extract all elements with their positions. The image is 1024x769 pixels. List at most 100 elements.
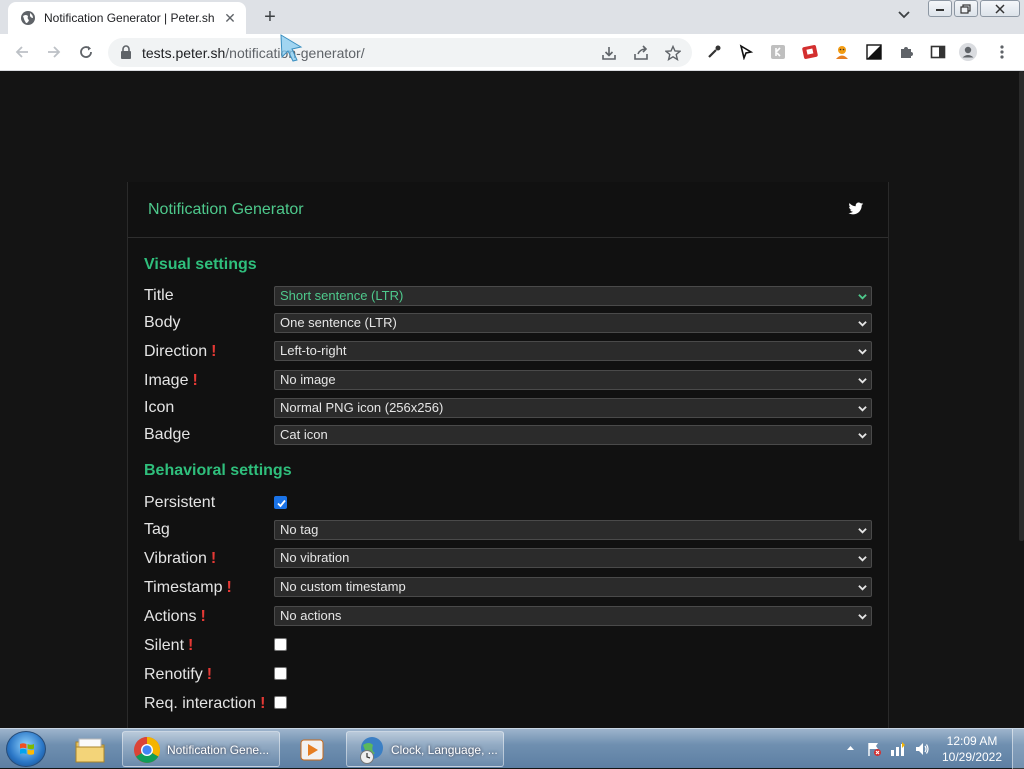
windows-taskbar: Notification Gene... Clock, Language, ..… — [0, 728, 1024, 769]
new-tab-button[interactable]: + — [258, 5, 282, 29]
badge-select[interactable]: Cat icon — [274, 425, 872, 445]
reload-icon[interactable] — [75, 41, 97, 63]
mouse-cursor-icon — [280, 34, 303, 62]
page-viewport: Notification Generator Visual settings T… — [0, 71, 1024, 728]
clock-time: 12:09 AM — [946, 734, 998, 748]
bookmark-star-icon[interactable] — [664, 44, 682, 62]
tab-close-icon[interactable]: ✕ — [222, 10, 238, 26]
timestamp-select[interactable]: No custom timestamp — [274, 577, 872, 597]
tag-select[interactable]: No tag — [274, 520, 872, 540]
body-select-value: One sentence (LTR) — [280, 315, 397, 330]
renotify-checkbox[interactable] — [274, 667, 287, 680]
share-icon[interactable] — [632, 44, 650, 62]
image-select[interactable]: No image — [274, 370, 872, 390]
silent-label: Silent! — [144, 637, 193, 655]
side-panel-icon[interactable] — [928, 42, 948, 62]
network-icon[interactable] — [890, 741, 906, 757]
warning-icon: ! — [192, 372, 198, 389]
taskbar-chrome[interactable]: Notification Gene... — [122, 731, 280, 767]
tag-select-value: No tag — [280, 522, 319, 537]
image-select-value: No image — [280, 372, 336, 387]
address-bar[interactable]: tests.peter.sh/notification-generator/ — [108, 38, 692, 67]
warning-icon: ! — [188, 637, 194, 654]
vibration-select-value: No vibration — [280, 550, 350, 565]
tray-expand-icon[interactable] — [846, 745, 855, 751]
direction-label: Direction! — [144, 343, 216, 361]
profile-avatar-icon[interactable] — [958, 42, 978, 62]
actions-select[interactable]: No actions — [274, 606, 872, 626]
taskbar-explorer[interactable] — [60, 731, 118, 767]
behavioral-settings-heading: Behavioral settings — [144, 462, 292, 479]
orange-extension-icon[interactable] — [832, 42, 852, 62]
require-interaction-checkbox[interactable] — [274, 696, 287, 709]
taskbar-media-player[interactable] — [284, 731, 340, 767]
vibration-label-text: Vibration — [144, 550, 207, 567]
back-arrow-icon[interactable] — [11, 41, 33, 63]
chevron-down-icon — [858, 349, 867, 355]
chevron-down-icon — [858, 433, 867, 439]
badge-label: Badge — [144, 426, 190, 444]
clock-date: 10/29/2022 — [941, 750, 1003, 764]
volume-icon[interactable] — [914, 741, 930, 757]
globe-icon — [20, 10, 36, 26]
actions-label-text: Actions — [144, 608, 197, 625]
persistent-checkbox[interactable] — [274, 496, 287, 509]
install-app-icon[interactable] — [600, 44, 618, 62]
tag-label-text: Tag — [144, 521, 170, 538]
user-extension-icon[interactable] — [768, 42, 788, 62]
close-window-button[interactable] — [980, 0, 1020, 17]
eyedropper-extension-icon[interactable] — [704, 42, 724, 62]
extensions-puzzle-icon[interactable] — [896, 42, 916, 62]
card-header: Notification Generator — [128, 182, 888, 238]
warning-icon: ! — [260, 695, 266, 712]
taskbar-chrome-label: Notification Gene... — [167, 743, 270, 757]
persistent-label-text: Persistent — [144, 494, 216, 511]
image-label: Image! — [144, 372, 198, 390]
browser-tab-active[interactable]: Notification Generator | Peter.sh ✕ — [8, 2, 246, 34]
generator-card: Notification Generator Visual settings T… — [127, 182, 889, 728]
restore-button[interactable] — [954, 0, 978, 17]
title-select[interactable]: Short sentence (LTR) — [274, 286, 872, 306]
scrollbar-thumb[interactable] — [1019, 71, 1024, 541]
timestamp-label-text: Timestamp — [144, 579, 223, 596]
page-scrollbar[interactable] — [1017, 71, 1024, 728]
chevron-down-icon — [858, 585, 867, 591]
direction-select[interactable]: Left-to-right — [274, 341, 872, 361]
twitter-icon[interactable] — [848, 202, 864, 216]
browser-toolbar: tests.peter.sh/notification-generator/ — [0, 34, 1024, 71]
actions-select-value: No actions — [280, 608, 342, 623]
minimize-button[interactable] — [928, 0, 952, 17]
chrome-menu-icon[interactable] — [992, 42, 1012, 62]
tag-label: Tag — [144, 521, 170, 539]
vibration-select[interactable]: No vibration — [274, 548, 872, 568]
require-interaction-label-text: Req. interaction — [144, 695, 257, 712]
window-controls — [928, 0, 1022, 18]
icon-label-text: Icon — [144, 399, 175, 416]
show-desktop-button[interactable] — [1012, 729, 1024, 769]
require-interaction-label: Req. interaction! — [144, 695, 265, 713]
action-center-flag-icon[interactable] — [866, 741, 882, 757]
direction-label-text: Direction — [144, 343, 208, 360]
icon-select-value: Normal PNG icon (256x256) — [280, 400, 444, 415]
warning-icon: ! — [200, 608, 206, 625]
forward-arrow-icon[interactable] — [43, 41, 65, 63]
taskbar-control-panel[interactable]: Clock, Language, ... — [346, 731, 504, 767]
direction-select-value: Left-to-right — [280, 343, 347, 358]
warning-icon: ! — [211, 343, 217, 360]
badge-label-text: Badge — [144, 426, 191, 443]
chevron-down-icon — [858, 614, 867, 620]
silent-label-text: Silent — [144, 637, 185, 654]
system-clock[interactable]: 12:09 AM 10/29/2022 — [930, 733, 1014, 765]
cursor-extension-icon[interactable] — [736, 42, 756, 62]
icon-select[interactable]: Normal PNG icon (256x256) — [274, 398, 872, 418]
body-select[interactable]: One sentence (LTR) — [274, 313, 872, 333]
badge-select-value: Cat icon — [280, 427, 328, 442]
tab-title: Notification Generator | Peter.sh — [44, 11, 215, 25]
red-extension-icon[interactable] — [800, 42, 820, 62]
tab-search-chevron-icon[interactable] — [894, 8, 914, 26]
windows-start-button[interactable] — [6, 731, 46, 767]
silent-checkbox[interactable] — [274, 638, 287, 651]
chevron-down-icon — [858, 528, 867, 534]
title-label: Title — [144, 287, 174, 305]
contrast-extension-icon[interactable] — [864, 42, 884, 62]
